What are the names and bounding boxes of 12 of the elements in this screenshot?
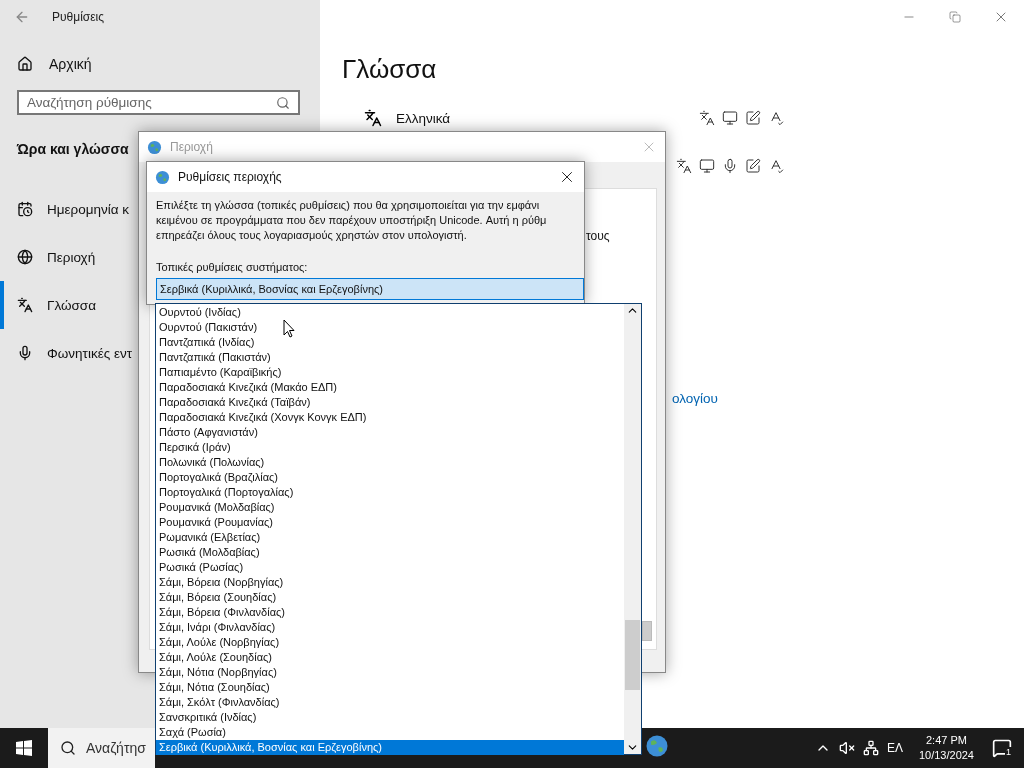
description-line: Επιλέξτε τη γλώσσα (τοπικές ρυθμίσεις) που θα χρησιμοποιείται για την εμφάνι [156, 198, 540, 213]
page-heading: Γλώσσα [341, 53, 438, 85]
description-line: κειμένου σε προγράμματα που δεν παρέχουν υποστήριξη Unicode. Αυτή η ρύθμ [156, 213, 547, 228]
section-title: Ώρα και γλώσσα [17, 141, 129, 157]
description-line: επηρεάζει όλους τους λογαριασμούς χρηστών στον υπολογιστή. [156, 228, 467, 243]
window-title: Ρυθμίσεις [52, 10, 105, 24]
language-name: Ελληνικά [396, 110, 452, 126]
dialog-title: Περιοχή [170, 140, 214, 154]
field-label: Τοπικές ρυθμίσεις συστήματος: [156, 261, 309, 273]
notification-count: 1 [1005, 747, 1012, 757]
description-text: τους [586, 229, 610, 243]
dialog-title: Ρυθμίσεις περιοχής [178, 170, 283, 184]
